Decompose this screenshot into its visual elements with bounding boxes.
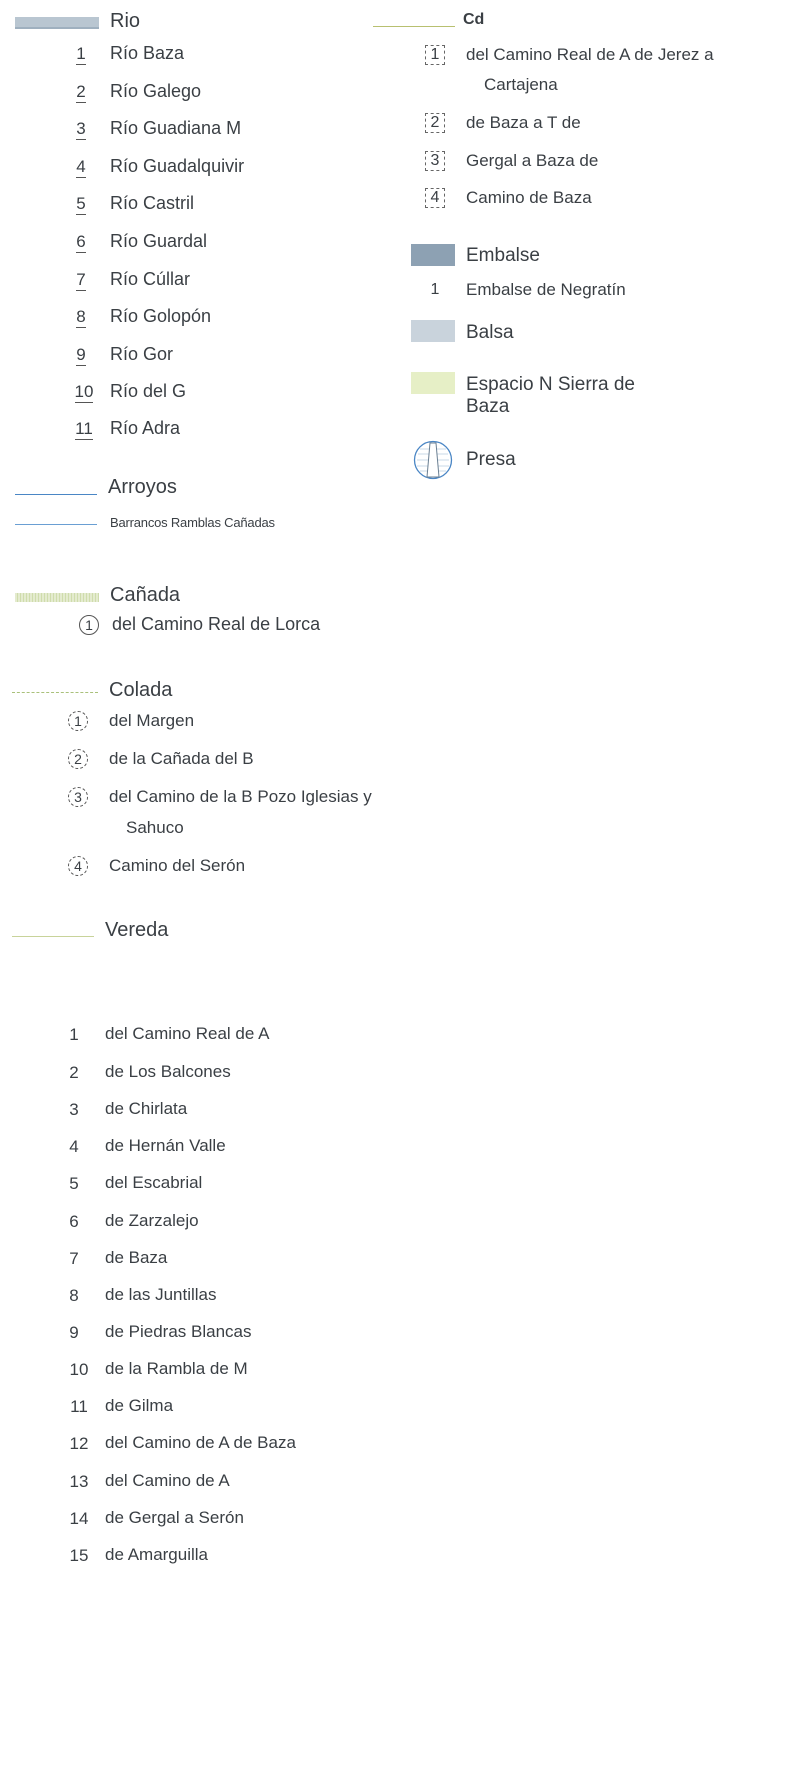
- vereda-num: 10: [69, 1360, 89, 1379]
- colada-num: 4: [68, 856, 88, 876]
- rio-num: 5: [76, 194, 86, 215]
- canada-symbol: [15, 593, 99, 602]
- vereda-item: de Hernán Valle: [105, 1136, 226, 1155]
- espacio-title-cont: Baza: [466, 396, 510, 417]
- colada-item: Camino del Serón: [109, 856, 246, 875]
- vereda-num: 13: [69, 1472, 89, 1491]
- vereda-item: de Gergal a Serón: [105, 1508, 244, 1527]
- vereda-item: de Amarguilla: [105, 1545, 209, 1564]
- vereda-num: 7: [69, 1249, 79, 1268]
- vereda-num: 15: [69, 1546, 89, 1565]
- rio-num: 3: [76, 119, 86, 140]
- colada-num: 1: [68, 711, 88, 731]
- vereda-item: del Camino Real de A: [105, 1024, 270, 1043]
- barrancos-symbol: [15, 524, 97, 525]
- vereda-item: de Gilma: [105, 1396, 174, 1415]
- rio-title: Rio: [110, 10, 141, 32]
- colada-item: del Margen: [109, 711, 195, 730]
- vereda-item: de Zarzalejo: [105, 1211, 199, 1230]
- canada-title: Cañada: [110, 584, 181, 606]
- rio-item: Río Guadalquivir: [110, 156, 245, 176]
- vereda-num: 4: [69, 1137, 79, 1156]
- arroyos-title: Arroyos: [108, 476, 177, 498]
- rio-num: 11: [75, 419, 93, 440]
- dam-icon: [413, 440, 453, 480]
- colada-item: de la Cañada del B: [109, 749, 254, 768]
- colada-num: 2: [68, 749, 88, 769]
- vereda-num: 3: [69, 1100, 79, 1119]
- cordel-item-cont: Cartajena: [484, 75, 558, 94]
- cordel-symbol: [373, 26, 455, 27]
- cordel-item: de Baza a T de: [466, 113, 581, 132]
- presa-icon: [413, 440, 453, 480]
- cordel-num: 4: [425, 188, 445, 208]
- vereda-num: 12: [69, 1434, 89, 1453]
- vereda-title: Vereda: [105, 919, 169, 941]
- rio-item: Río del G: [110, 381, 187, 401]
- canada-item: del Camino Real de Lorca: [112, 614, 321, 634]
- vereda-symbol: [12, 936, 94, 937]
- cordel-num: 3: [425, 151, 445, 171]
- colada-num: 3: [68, 787, 88, 807]
- vereda-num: 6: [69, 1212, 79, 1231]
- rio-item: Río Guardal: [110, 231, 208, 251]
- presa-title: Presa: [466, 449, 516, 470]
- vereda-item: de Los Balcones: [105, 1062, 231, 1081]
- rio-item: Río Galego: [110, 81, 202, 101]
- vereda-item: de las Juntillas: [105, 1285, 217, 1304]
- vereda-item: de Baza: [105, 1248, 168, 1267]
- arroyos-symbol: [15, 494, 97, 495]
- vereda-item: de Chirlata: [105, 1099, 188, 1118]
- rio-num: 4: [76, 157, 86, 178]
- cordel-item: Gergal a Baza de: [466, 151, 599, 170]
- rio-num: 6: [76, 232, 86, 253]
- vereda-num: 8: [69, 1286, 79, 1305]
- rio-item: Río Golopón: [110, 306, 212, 326]
- rio-item: Río Cúllar: [110, 269, 191, 289]
- embalse-symbol: [411, 244, 455, 266]
- vereda-num: 1: [69, 1025, 79, 1044]
- vereda-item: del Camino de A de Baza: [105, 1433, 296, 1452]
- rio-num: 7: [76, 270, 86, 291]
- colada-title: Colada: [109, 679, 173, 701]
- rio-num: 10: [74, 382, 94, 403]
- balsa-symbol: [411, 320, 455, 342]
- canada-num: 1: [79, 615, 99, 635]
- embalse-item: Embalse de Negratín: [466, 280, 626, 299]
- rio-num: 9: [76, 345, 86, 366]
- rio-item: Río Castril: [110, 193, 195, 213]
- embalse-num: 1: [430, 281, 440, 298]
- cordel-num: 1: [425, 45, 445, 65]
- vereda-num: 5: [69, 1174, 79, 1193]
- embalse-title: Embalse: [466, 245, 540, 266]
- vereda-num: 14: [69, 1509, 89, 1528]
- rio-num: 2: [76, 82, 86, 103]
- rio-item: Río Gor: [110, 344, 174, 364]
- cordel-item: del Camino Real de A de Jerez a: [466, 45, 714, 64]
- rio-item: Río Adra: [110, 418, 181, 438]
- colada-item: del Camino de la B Pozo Iglesias y: [109, 787, 372, 806]
- rio-num: 1: [76, 44, 86, 65]
- vereda-num: 11: [70, 1397, 88, 1416]
- vereda-item: del Escabrial: [105, 1173, 203, 1192]
- balsa-title: Balsa: [466, 322, 514, 343]
- vereda-num: 2: [69, 1063, 79, 1082]
- rio-item: Río Guadiana M: [110, 118, 242, 138]
- rio-item: Río Baza: [110, 43, 185, 63]
- vereda-item: de Piedras Blancas: [105, 1322, 252, 1341]
- colada-symbol: [12, 692, 98, 693]
- rio-symbol: [15, 17, 99, 29]
- cordel-title: Cd: [463, 11, 485, 28]
- barrancos-label: Barrancos Ramblas Cañadas: [110, 515, 275, 530]
- rio-num: 8: [76, 307, 86, 328]
- cordel-num: 2: [425, 113, 445, 133]
- vereda-num: 9: [69, 1323, 79, 1342]
- colada-item-cont: Sahuco: [126, 818, 184, 837]
- cordel-item: Camino de Baza: [466, 188, 592, 207]
- vereda-item: de la Rambla de M: [105, 1359, 248, 1378]
- espacio-symbol: [411, 372, 455, 394]
- vereda-item: del Camino de A: [105, 1471, 230, 1490]
- espacio-title: Espacio N Sierra de: [466, 374, 635, 395]
